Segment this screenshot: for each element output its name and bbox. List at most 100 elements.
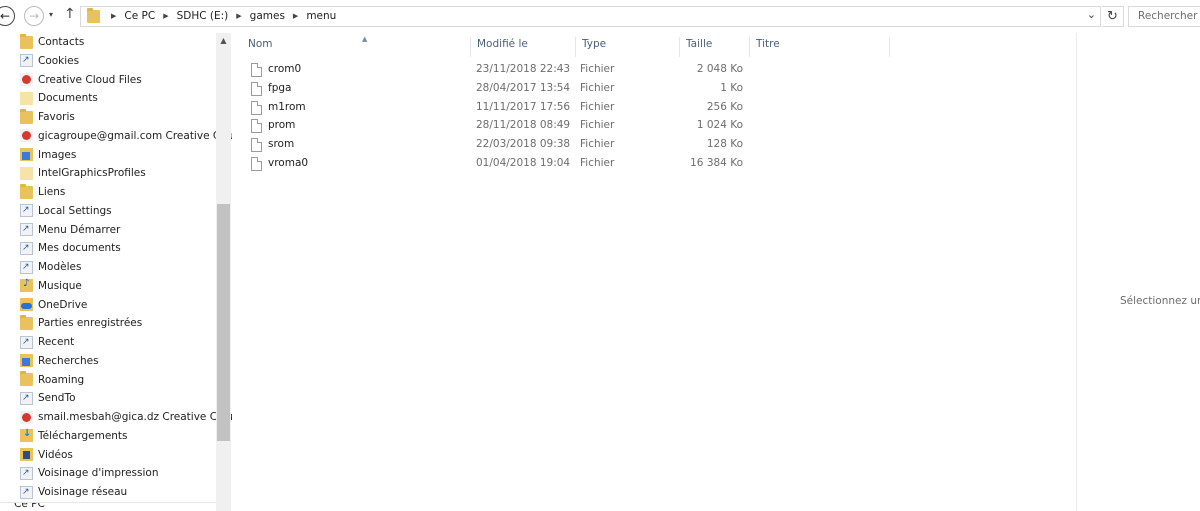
sidebar-item[interactable]: Modèles bbox=[20, 258, 81, 276]
breadcrumb-item[interactable]: SDHC (E:) bbox=[177, 10, 229, 22]
file-row[interactable]: fpga 28/04/2017 13:54 Fichier 1 Ko bbox=[248, 80, 748, 98]
breadcrumb-separator-icon[interactable]: ▶ bbox=[236, 12, 241, 20]
sidebar-item-label: Contacts bbox=[38, 36, 85, 48]
contacts-folder-icon bbox=[20, 33, 33, 49]
sidebar-item-label: Musique bbox=[38, 279, 82, 292]
file-list: Nom ▲ Modifié le Type Taille Titre crom0… bbox=[232, 33, 1076, 511]
file-row[interactable]: crom0 23/11/2018 22:43 Fichier 2 048 Ko bbox=[248, 61, 748, 79]
sidebar-item[interactable]: Recent bbox=[20, 333, 74, 351]
file-size: 2 048 Ko bbox=[696, 63, 743, 75]
sidebar-item[interactable]: Local Settings bbox=[20, 202, 112, 220]
sidebar-item[interactable]: Recherches bbox=[20, 352, 99, 370]
sidebar-item-label: Vidéos bbox=[38, 448, 73, 461]
address-bar[interactable]: ▶ Ce PC ▶ SDHC (E:) ▶ games ▶ menu ⌄ bbox=[80, 6, 1101, 27]
column-header-title[interactable]: Titre bbox=[749, 37, 889, 57]
creative-cloud-icon bbox=[20, 129, 33, 143]
column-header-name[interactable]: Nom ▲ bbox=[242, 35, 470, 57]
column-header-type[interactable]: Type bbox=[575, 37, 679, 57]
sidebar-item[interactable]: Voisinage d'impression bbox=[20, 464, 159, 482]
onedrive-icon bbox=[20, 298, 33, 311]
sidebar-item-label: Voisinage d'impression bbox=[38, 467, 159, 480]
breadcrumb-separator-icon[interactable]: ▶ bbox=[293, 12, 298, 20]
column-header-label: Titre bbox=[756, 38, 780, 50]
breadcrumb-item[interactable]: games bbox=[250, 10, 285, 22]
downloads-folder-icon bbox=[20, 428, 33, 443]
shortcut-icon bbox=[20, 466, 33, 480]
shortcut-icon bbox=[20, 241, 33, 255]
sidebar-item-label: Ce PC bbox=[14, 502, 45, 510]
documents-folder-icon bbox=[20, 91, 33, 105]
breadcrumb-item[interactable]: Ce PC bbox=[124, 10, 155, 22]
file-icon bbox=[251, 138, 262, 153]
sidebar-item[interactable]: Contacts bbox=[20, 33, 84, 51]
breadcrumb-item[interactable]: menu bbox=[306, 10, 336, 22]
creative-cloud-icon bbox=[20, 410, 33, 424]
sidebar-item[interactable]: Creative Cloud Files bbox=[20, 71, 142, 89]
sort-ascending-icon: ▲ bbox=[362, 35, 368, 43]
breadcrumb-separator-icon[interactable]: ▶ bbox=[163, 12, 168, 20]
file-size: 16 384 Ko bbox=[690, 157, 743, 169]
searches-folder-icon bbox=[20, 354, 33, 368]
sidebar-item[interactable]: Menu Démarrer bbox=[20, 221, 120, 239]
sidebar-item[interactable]: Voisinage réseau bbox=[20, 483, 127, 501]
favorites-folder-icon bbox=[20, 108, 33, 124]
search-placeholder: Rechercher dans : menu bbox=[1138, 10, 1200, 22]
column-header-modified[interactable]: Modifié le bbox=[470, 37, 575, 57]
column-header-size[interactable]: Taille bbox=[679, 37, 749, 57]
sidebar-item[interactable]: Images bbox=[20, 146, 76, 164]
sidebar-item[interactable]: SendTo bbox=[20, 389, 76, 407]
sidebar-item[interactable]: Téléchargements bbox=[20, 427, 128, 445]
sidebar-item-label: Mes documents bbox=[38, 242, 121, 255]
sidebar-item-label: Recent bbox=[38, 336, 75, 348]
back-arrow-icon[interactable]: ← bbox=[0, 6, 15, 26]
forward-arrow-icon[interactable]: → bbox=[24, 6, 44, 26]
file-modified: 28/04/2017 13:54 bbox=[476, 81, 571, 94]
links-folder-icon bbox=[20, 183, 33, 199]
scroll-up-icon[interactable]: ▲ bbox=[216, 33, 231, 47]
folder-icon bbox=[20, 166, 33, 180]
sidebar-item-label: Voisinage réseau bbox=[38, 486, 128, 498]
column-header-label: Taille bbox=[686, 38, 713, 50]
sidebar-item-this-pc[interactable]: Ce PC bbox=[0, 502, 216, 511]
search-input[interactable]: Rechercher dans : menu bbox=[1128, 6, 1200, 27]
file-row[interactable]: vroma0 01/04/2018 19:04 Fichier 16 384 Ko bbox=[248, 155, 748, 173]
up-arrow-icon[interactable]: ↑ bbox=[64, 6, 76, 22]
shortcut-icon bbox=[20, 204, 33, 218]
sidebar-item[interactable]: Parties enregistrées bbox=[20, 314, 142, 332]
sidebar-item[interactable]: Documents bbox=[20, 89, 98, 107]
shortcut-icon bbox=[20, 335, 33, 349]
sidebar-item-label: Téléchargements bbox=[38, 429, 128, 442]
file-row[interactable]: prom 28/11/2018 08:49 Fichier 1 024 Ko bbox=[248, 117, 748, 135]
file-name: m1rom bbox=[268, 100, 306, 113]
images-folder-icon bbox=[20, 148, 33, 161]
sidebar-item[interactable]: gicagroupe@gmail.com Creative Cloud bbox=[20, 127, 232, 145]
sidebar-item[interactable]: OneDrive bbox=[20, 296, 87, 314]
chevron-down-icon[interactable]: ⌄ bbox=[1087, 8, 1096, 21]
sidebar-item-label: Documents bbox=[38, 92, 98, 105]
breadcrumb: ▶ Ce PC ▶ SDHC (E:) ▶ games ▶ menu bbox=[103, 10, 336, 22]
breadcrumb-separator-icon[interactable]: ▶ bbox=[111, 12, 116, 20]
sidebar-item[interactable]: smail.mesbah@gica.dz Creative Cloud bbox=[20, 408, 232, 426]
sidebar-item[interactable]: Mes documents bbox=[20, 239, 121, 257]
sidebar-item[interactable]: Roaming bbox=[20, 371, 84, 389]
file-row[interactable]: srom 22/03/2018 09:38 Fichier 128 Ko bbox=[248, 136, 748, 154]
file-row[interactable]: m1rom 11/11/2017 17:56 Fichier 256 Ko bbox=[248, 99, 748, 117]
sidebar-item[interactable]: Vidéos bbox=[20, 446, 73, 464]
file-size: 128 Ko bbox=[706, 138, 743, 151]
sidebar-item[interactable]: Liens bbox=[20, 183, 65, 201]
file-size: 1 024 Ko bbox=[696, 119, 743, 132]
preview-pane-divider[interactable] bbox=[1076, 33, 1077, 511]
refresh-icon[interactable]: ↻ bbox=[1102, 6, 1124, 27]
sidebar-item-label: smail.mesbah@gica.dz Creative Cloud bbox=[38, 411, 232, 423]
sidebar-item[interactable]: Musique bbox=[20, 277, 82, 295]
column-header-label: Type bbox=[582, 38, 607, 50]
sidebar-item-label: Cookies bbox=[38, 54, 80, 67]
file-name: prom bbox=[268, 119, 296, 132]
sidebar-item[interactable]: Favoris bbox=[20, 108, 75, 126]
sidebar-item[interactable]: IntelGraphicsProfiles bbox=[20, 164, 146, 182]
column-divider bbox=[889, 37, 890, 57]
sidebar-item-label: Images bbox=[38, 148, 77, 161]
recent-locations-chevron-icon[interactable]: ▾ bbox=[49, 10, 53, 19]
sidebar-scrollbar-thumb[interactable] bbox=[217, 204, 230, 441]
sidebar-item[interactable]: Cookies bbox=[20, 52, 79, 70]
